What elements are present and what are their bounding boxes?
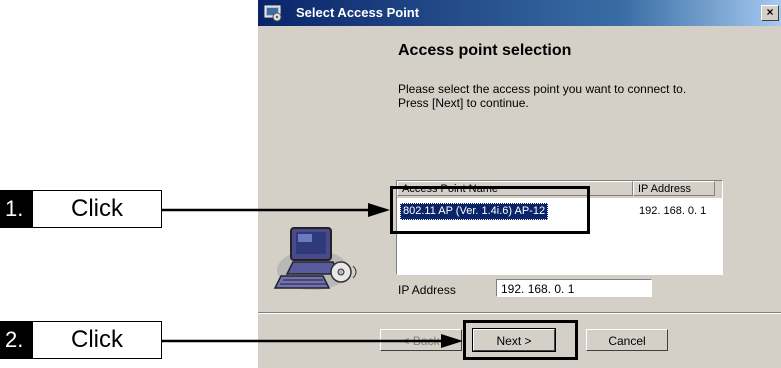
callout-1-number: 1. [1, 191, 33, 227]
computer-cd-icon [273, 222, 363, 296]
callout-2-text: Click [71, 326, 123, 353]
window-title: Select Access Point [296, 5, 420, 20]
cancel-button[interactable]: Cancel [586, 329, 668, 351]
column-header-ip[interactable]: IP Address [633, 181, 715, 196]
list-row-ap-ip[interactable]: 192. 168. 0. 1 [639, 204, 706, 219]
callout-2-number: 2. [1, 322, 33, 358]
ip-address-field[interactable]: 192. 168. 0. 1 [496, 279, 652, 297]
highlight-box-next-button [463, 320, 578, 360]
ip-address-label: IP Address [398, 283, 456, 297]
callout-1-text: Click [71, 195, 123, 222]
callout-step-1: 1. Click [0, 190, 162, 228]
back-button[interactable]: < Back [380, 329, 462, 351]
select-access-point-dialog: Select Access Point × Access point selec… [258, 0, 781, 368]
separator [258, 312, 781, 314]
close-button[interactable]: × [761, 5, 779, 21]
app-icon [264, 4, 282, 22]
highlight-box-access-point [390, 186, 590, 234]
page-description: Please select the access point you want … [398, 82, 758, 110]
callout-step-2: 2. Click [0, 321, 162, 359]
description-line-1: Please select the access point you want … [398, 82, 687, 96]
description-line-2: Press [Next] to continue. [398, 96, 529, 110]
title-bar[interactable]: Select Access Point × [258, 0, 781, 26]
page-heading: Access point selection [398, 42, 572, 59]
